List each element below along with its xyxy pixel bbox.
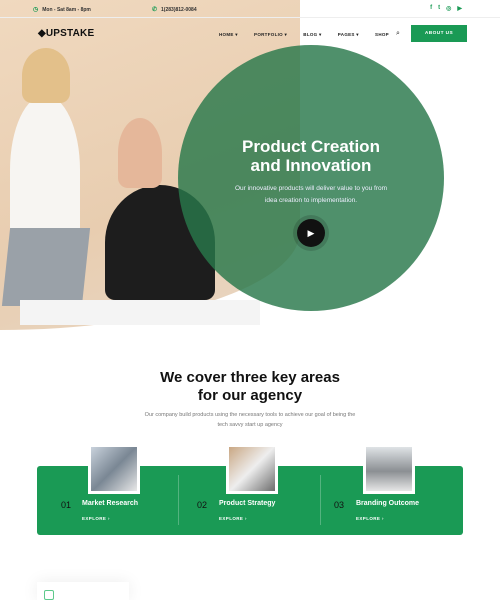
area-number: 02 — [197, 500, 208, 510]
section-subtitle: Our company build products using the nec… — [144, 412, 356, 428]
twitter-icon[interactable]: t — [438, 5, 440, 12]
explore-link[interactable]: EXPLORE › — [82, 516, 110, 521]
feature-card — [37, 582, 129, 600]
explore-link[interactable]: EXPLORE › — [219, 516, 247, 521]
layers-icon — [44, 590, 54, 600]
area-title: Product Strategy — [219, 500, 276, 507]
logo[interactable]: ◆UPSTAKE — [38, 28, 94, 39]
nav-portfolio[interactable]: PORTFOLIO ▾ — [254, 32, 287, 38]
play-icon: ▶ — [307, 227, 315, 238]
nav-shop[interactable]: SHOP — [375, 32, 389, 38]
section-title-line2: for our agency — [197, 387, 303, 404]
area-number: 01 — [61, 500, 72, 510]
logo-text: UPSTAKE — [45, 28, 95, 39]
play-button[interactable]: ▶ — [297, 219, 325, 247]
area-image — [226, 444, 278, 494]
areas-band: 01 Market Research EXPLORE › 02 Product … — [37, 444, 463, 535]
facebook-icon[interactable]: f — [430, 5, 432, 12]
logo-icon: ◆ — [38, 28, 46, 39]
main-nav: HOME ▾ PORTFOLIO ▾ BLOG ▾ PAGES ▾ SHOP — [219, 32, 389, 38]
section-title: We cover three key areas for our agency — [120, 369, 380, 405]
area-card[interactable]: 01 Market Research EXPLORE › — [37, 444, 179, 535]
person-left-head — [22, 48, 70, 103]
person-center-head — [118, 118, 162, 188]
desk — [20, 300, 260, 325]
top-bar: ◷ Mon - Sat 8am - 8pm ✆ 1(283)812-0084 f t… — [0, 0, 500, 18]
hero-subtitle: Our innovative products will deliver val… — [234, 185, 388, 204]
section-title-line1: We cover three key areas — [160, 369, 340, 386]
hero-circle — [178, 45, 444, 311]
area-title: Market Research — [82, 500, 139, 507]
hero-title-line1: Product Creation — [242, 137, 380, 156]
about-us-button[interactable]: ABOUT US — [411, 25, 467, 42]
hours-text: Mon - Sat 8am - 8pm — [42, 6, 91, 13]
area-card[interactable]: 02 Product Strategy EXPLORE › — [179, 444, 321, 535]
explore-link[interactable]: EXPLORE › — [356, 516, 384, 521]
area-image — [363, 444, 415, 494]
area-card[interactable]: 03 Branding Outcome EXPLORE › — [321, 444, 463, 535]
youtube-icon[interactable]: ▶ — [457, 5, 462, 12]
area-image — [88, 444, 140, 494]
nav-pages[interactable]: PAGES ▾ — [338, 32, 359, 38]
nav-home[interactable]: HOME ▾ — [219, 32, 238, 38]
area-title: Branding Outcome — [356, 500, 420, 507]
phone-icon: ✆ — [152, 7, 158, 13]
person-left — [10, 95, 80, 245]
laptop — [1, 228, 91, 306]
hero-title: Product Creation and Innovation — [200, 137, 422, 175]
search-icon[interactable]: ⌕ — [396, 30, 400, 38]
instagram-icon[interactable]: ◎ — [446, 5, 451, 12]
area-number: 03 — [334, 500, 345, 510]
nav-blog[interactable]: BLOG ▾ — [303, 32, 321, 38]
hero-title-line2: and Innovation — [250, 156, 372, 175]
clock-icon: ◷ — [33, 7, 39, 13]
phone-text: 1(283)812-0084 — [161, 6, 197, 13]
